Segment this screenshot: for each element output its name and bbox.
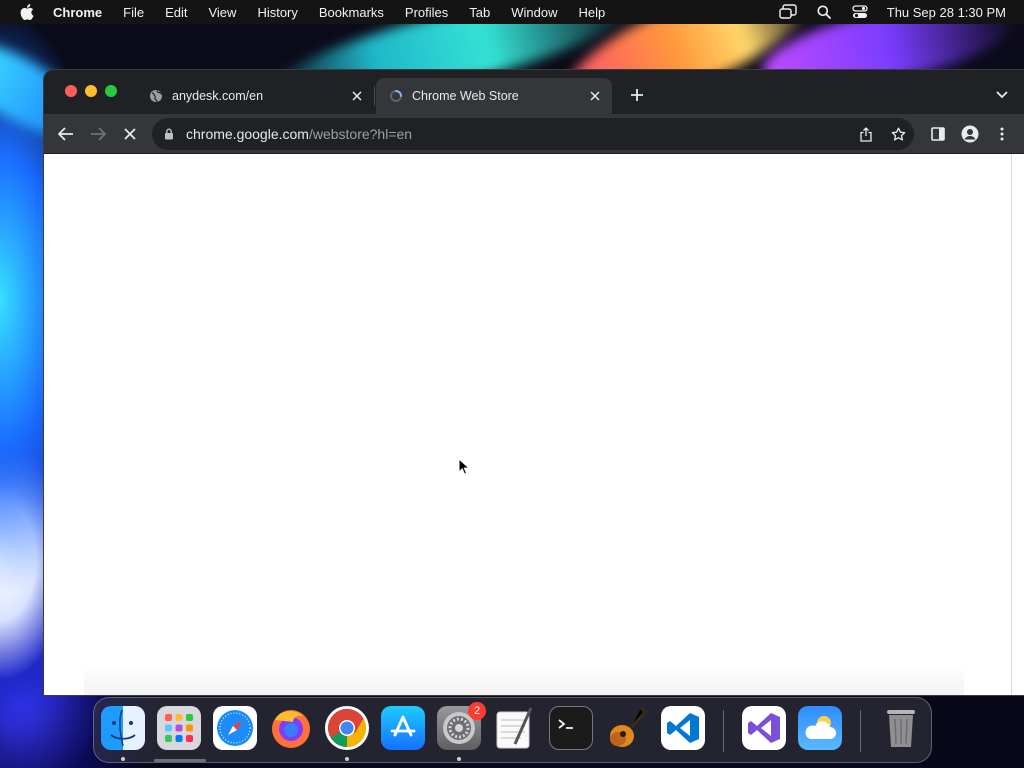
menu-bookmarks[interactable]: Bookmarks bbox=[319, 5, 384, 20]
dock-visual-studio-icon[interactable] bbox=[742, 706, 786, 750]
url-path: /webstore?hl=en bbox=[308, 126, 413, 142]
bookmark-star-icon[interactable] bbox=[888, 124, 908, 144]
dock-vscode-icon[interactable] bbox=[661, 706, 705, 750]
window-minimize-button[interactable] bbox=[85, 85, 97, 97]
more-menu-icon[interactable] bbox=[990, 122, 1014, 146]
running-indicator bbox=[457, 757, 461, 761]
menu-bar-status: Thu Sep 28 1:30 PM bbox=[779, 0, 1006, 24]
browser-window: anydesk.com/en Chrome Web Store chrome.g… bbox=[44, 70, 1024, 695]
window-close-button[interactable] bbox=[65, 85, 77, 97]
running-indicator bbox=[121, 757, 125, 761]
control-center-icon[interactable] bbox=[851, 3, 869, 21]
content-scrollbar[interactable] bbox=[1011, 154, 1024, 695]
dock-safari-compass-icon[interactable] bbox=[213, 706, 257, 750]
tab-anydesk[interactable]: anydesk.com/en bbox=[136, 78, 374, 114]
menu-view[interactable]: View bbox=[208, 5, 236, 20]
forward-arrow-icon[interactable] bbox=[86, 122, 110, 146]
close-icon[interactable] bbox=[586, 87, 604, 105]
dock-launchpad-icon[interactable] bbox=[157, 706, 201, 750]
dock-terminal-icon[interactable] bbox=[549, 706, 593, 750]
tab-strip: anydesk.com/en Chrome Web Store bbox=[44, 70, 1024, 114]
menu-file[interactable]: File bbox=[123, 5, 144, 20]
address-bar[interactable]: chrome.google.com/webstore?hl=en bbox=[152, 118, 914, 150]
tab-search-chevron-down-icon[interactable] bbox=[992, 85, 1012, 105]
menu-history[interactable]: History bbox=[257, 5, 297, 20]
menu-edit[interactable]: Edit bbox=[165, 5, 187, 20]
url-host: chrome.google.com bbox=[186, 126, 309, 142]
dock-app-store-icon[interactable] bbox=[381, 706, 425, 750]
lock-icon[interactable] bbox=[162, 127, 176, 141]
window-zoom-button[interactable] bbox=[105, 85, 117, 97]
dock-firefox-icon[interactable] bbox=[269, 706, 313, 750]
dock: 2 bbox=[93, 697, 932, 763]
running-indicator bbox=[345, 757, 349, 761]
dock-divider bbox=[723, 710, 724, 752]
tab-separator bbox=[374, 86, 375, 106]
side-panel-icon[interactable] bbox=[926, 122, 950, 146]
spotlight-search-icon[interactable] bbox=[815, 3, 833, 21]
dock-finder-icon[interactable] bbox=[101, 706, 145, 750]
menu-profiles[interactable]: Profiles bbox=[405, 5, 448, 20]
dock-textedit-icon[interactable] bbox=[493, 706, 537, 750]
content-bottom-shade bbox=[84, 665, 964, 695]
address-bar-actions bbox=[856, 124, 908, 144]
share-icon[interactable] bbox=[856, 124, 876, 144]
address-url: chrome.google.com/webstore?hl=en bbox=[186, 126, 412, 142]
loading-spinner-icon bbox=[388, 88, 404, 104]
tab-chrome-web-store[interactable]: Chrome Web Store bbox=[376, 78, 612, 114]
new-tab-plus-icon[interactable] bbox=[626, 85, 648, 105]
page-content-blank[interactable] bbox=[44, 154, 1011, 695]
menu-bar-clock[interactable]: Thu Sep 28 1:30 PM bbox=[887, 5, 1006, 20]
menu-help[interactable]: Help bbox=[579, 5, 606, 20]
notification-badge: 2 bbox=[468, 702, 486, 720]
mouse-pointer-icon bbox=[458, 458, 470, 475]
close-icon[interactable] bbox=[348, 87, 366, 105]
browser-toolbar: chrome.google.com/webstore?hl=en bbox=[44, 114, 1024, 154]
menu-window[interactable]: Window bbox=[511, 5, 557, 20]
apple-menu-icon[interactable] bbox=[18, 3, 36, 21]
dock-divider bbox=[860, 710, 861, 752]
menu-bar: Chrome File Edit View History Bookmarks … bbox=[0, 0, 1024, 24]
menu-app-name[interactable]: Chrome bbox=[53, 5, 102, 20]
tab-title: Chrome Web Store bbox=[412, 89, 519, 103]
dock-chrome-icon[interactable] bbox=[325, 706, 369, 750]
globe-icon bbox=[148, 88, 164, 104]
dock-garageband-guitar-icon[interactable] bbox=[605, 706, 649, 750]
dock-trash-icon[interactable] bbox=[879, 706, 923, 750]
dock-weather-icon[interactable] bbox=[798, 706, 842, 750]
menu-tab[interactable]: Tab bbox=[469, 5, 490, 20]
dock-scroll-indicator bbox=[154, 759, 206, 762]
profile-avatar-icon[interactable] bbox=[958, 122, 982, 146]
tab-title: anydesk.com/en bbox=[172, 89, 264, 103]
stop-loading-x-icon[interactable] bbox=[118, 122, 142, 146]
back-arrow-icon[interactable] bbox=[54, 122, 78, 146]
screen-mirroring-icon[interactable] bbox=[779, 3, 797, 21]
